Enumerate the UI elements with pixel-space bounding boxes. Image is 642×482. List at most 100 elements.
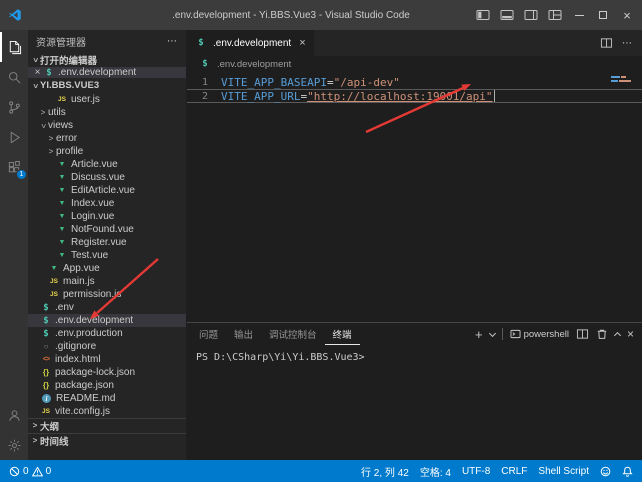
js-file-icon: JS bbox=[48, 278, 60, 285]
tree-file[interactable]: >{}package-lock.json bbox=[28, 366, 186, 379]
tab-env-development[interactable]: $ .env.development × bbox=[187, 30, 314, 56]
tree-file[interactable]: >JSpermission.js bbox=[28, 288, 186, 301]
run-debug-activity-icon[interactable] bbox=[0, 122, 28, 152]
tree-item-label: views bbox=[48, 120, 73, 131]
tree-file[interactable]: ><>index.html bbox=[28, 353, 186, 366]
tree-item-label: .gitignore bbox=[55, 341, 96, 352]
tree-folder[interactable]: >utils bbox=[28, 106, 186, 119]
statusbar-right: 行 2, 列 42 空格: 4 UTF-8 CRLF Shell Script bbox=[361, 464, 633, 479]
vue-file-icon: ▼ bbox=[56, 213, 68, 220]
chevron-right-icon: > bbox=[30, 422, 40, 430]
panel: 问题输出调试控制台终端 + powershell × bbox=[187, 322, 642, 460]
tree-file[interactable]: >{}package.json bbox=[28, 379, 186, 392]
tree-file[interactable]: >▼Discuss.vue bbox=[28, 171, 186, 184]
close-icon[interactable]: × bbox=[299, 38, 305, 49]
minimize-button[interactable] bbox=[572, 8, 586, 22]
open-editor-item[interactable]: ×$.env.development bbox=[28, 67, 186, 78]
titlebar-controls: × bbox=[476, 8, 634, 22]
tree-file[interactable]: >▼App.vue bbox=[28, 262, 186, 275]
tree-folder[interactable]: >profile bbox=[28, 145, 186, 158]
token-string: "/api-dev" bbox=[334, 76, 400, 89]
extensions-activity-icon[interactable]: 1 bbox=[0, 152, 28, 182]
tree-file[interactable]: >▼NotFound.vue bbox=[28, 223, 186, 236]
title-bar: .env.development - Yi.BBS.Vue3 - Visual … bbox=[0, 0, 642, 30]
tree-file[interactable]: >JSvite.config.js bbox=[28, 405, 186, 418]
account-icon[interactable] bbox=[0, 400, 28, 430]
tree-item-label: NotFound.vue bbox=[71, 224, 134, 235]
env-file-icon: $ bbox=[40, 329, 52, 339]
split-terminal-icon[interactable] bbox=[576, 328, 589, 340]
breadcrumb[interactable]: $ .env.development bbox=[187, 56, 642, 72]
search-activity-icon[interactable] bbox=[0, 62, 28, 92]
vue-file-icon: ▼ bbox=[56, 200, 68, 207]
panel-tab-3[interactable]: 终端 bbox=[325, 323, 360, 345]
toggle-panel-icon[interactable] bbox=[500, 9, 514, 21]
encoding[interactable]: UTF-8 bbox=[462, 466, 490, 477]
tree-file[interactable]: >▼EditArticle.vue bbox=[28, 184, 186, 197]
vue-file-icon: ▼ bbox=[48, 265, 60, 272]
tree-file[interactable]: >$.env.development bbox=[28, 314, 186, 327]
customize-layout-icon[interactable] bbox=[548, 9, 562, 21]
code-line[interactable]: 2VITE_APP_URL="http://localhost:19001/ap… bbox=[187, 89, 642, 103]
eol-sequence[interactable]: CRLF bbox=[501, 466, 527, 477]
tree-file[interactable]: >iREADME.md bbox=[28, 392, 186, 405]
terminal[interactable]: PS D:\CSharp\Yi\Yi.BBS.Vue3> bbox=[187, 345, 642, 460]
panel-tab-2[interactable]: 调试控制台 bbox=[261, 323, 325, 345]
info-file-icon: i bbox=[42, 394, 51, 403]
cursor-position[interactable]: 行 2, 列 42 bbox=[361, 464, 409, 479]
tree-file[interactable]: >▼Test.vue bbox=[28, 249, 186, 262]
sidebar-bottom-sections: >大纲>时间线 bbox=[28, 418, 186, 448]
errors-icon bbox=[9, 466, 20, 477]
tree-file[interactable]: >▼Index.vue bbox=[28, 197, 186, 210]
tree-folder[interactable]: >views bbox=[28, 119, 186, 132]
tree-file[interactable]: >JSuser.js bbox=[28, 93, 186, 106]
terminal-profile[interactable]: powershell bbox=[510, 329, 569, 340]
tree-folder[interactable]: >error bbox=[28, 132, 186, 145]
env-file-icon: $ bbox=[195, 38, 207, 48]
problems-status[interactable]: 0 0 bbox=[9, 466, 51, 477]
code-editor[interactable]: 1VITE_APP_BASEAPI="/api-dev"2VITE_APP_UR… bbox=[187, 72, 642, 322]
language-mode[interactable]: Shell Script bbox=[538, 466, 589, 477]
section-label: 大纲 bbox=[40, 419, 59, 433]
warning-count: 0 bbox=[46, 466, 52, 477]
sidebar-section-1[interactable]: >时间线 bbox=[28, 433, 186, 448]
maximize-button[interactable] bbox=[596, 8, 610, 22]
source-control-activity-icon[interactable] bbox=[0, 92, 28, 122]
panel-tab-1[interactable]: 输出 bbox=[226, 323, 261, 345]
indentation[interactable]: 空格: 4 bbox=[420, 464, 451, 479]
warnings-icon bbox=[32, 466, 43, 477]
new-terminal-icon[interactable]: + bbox=[475, 328, 483, 341]
more-actions-icon[interactable]: ⋯ bbox=[167, 36, 178, 47]
feedback-smiley-icon[interactable] bbox=[600, 466, 611, 477]
close-button[interactable]: × bbox=[620, 8, 634, 22]
status-bar: 0 0 行 2, 列 42 空格: 4 UTF-8 CRLF Shell Scr… bbox=[0, 460, 642, 482]
project-header[interactable]: > YI.BBS.VUE3 bbox=[28, 78, 186, 93]
tree-file[interactable]: >$.env bbox=[28, 301, 186, 314]
tree-file[interactable]: >○.gitignore bbox=[28, 340, 186, 353]
tree-file[interactable]: >JSmain.js bbox=[28, 275, 186, 288]
explorer-activity-icon[interactable] bbox=[0, 32, 28, 62]
close-icon[interactable]: × bbox=[32, 68, 43, 78]
trash-icon[interactable] bbox=[596, 328, 608, 340]
notifications-bell-icon[interactable] bbox=[622, 466, 633, 477]
panel-tab-0[interactable]: 问题 bbox=[191, 323, 226, 345]
tree-item-label: error bbox=[56, 133, 77, 144]
sidebar-section-0[interactable]: >大纲 bbox=[28, 418, 186, 433]
editor-area: $ .env.development × ⋯ $ .env.developmen… bbox=[187, 30, 642, 460]
split-editor-icon[interactable] bbox=[600, 37, 613, 49]
token-operator: = bbox=[327, 76, 334, 89]
tree-file[interactable]: >▼Article.vue bbox=[28, 158, 186, 171]
open-editors-header[interactable]: > 打开的编辑器 bbox=[28, 52, 186, 67]
code-line[interactable]: 1VITE_APP_BASEAPI="/api-dev" bbox=[187, 75, 642, 89]
chevron-down-icon[interactable] bbox=[489, 329, 496, 336]
settings-gear-icon[interactable] bbox=[0, 430, 28, 460]
tree-file[interactable]: >$.env.production bbox=[28, 327, 186, 340]
toggle-secondary-sidebar-icon[interactable] bbox=[524, 9, 538, 21]
more-actions-icon[interactable]: ⋯ bbox=[622, 38, 633, 49]
tree-file[interactable]: >▼Login.vue bbox=[28, 210, 186, 223]
tab-bar: $ .env.development × ⋯ bbox=[187, 30, 642, 56]
close-panel-icon[interactable]: × bbox=[627, 328, 634, 340]
maximize-panel-icon[interactable] bbox=[614, 332, 621, 339]
open-editors-label: 打开的编辑器 bbox=[40, 53, 97, 67]
tree-file[interactable]: >▼Register.vue bbox=[28, 236, 186, 249]
